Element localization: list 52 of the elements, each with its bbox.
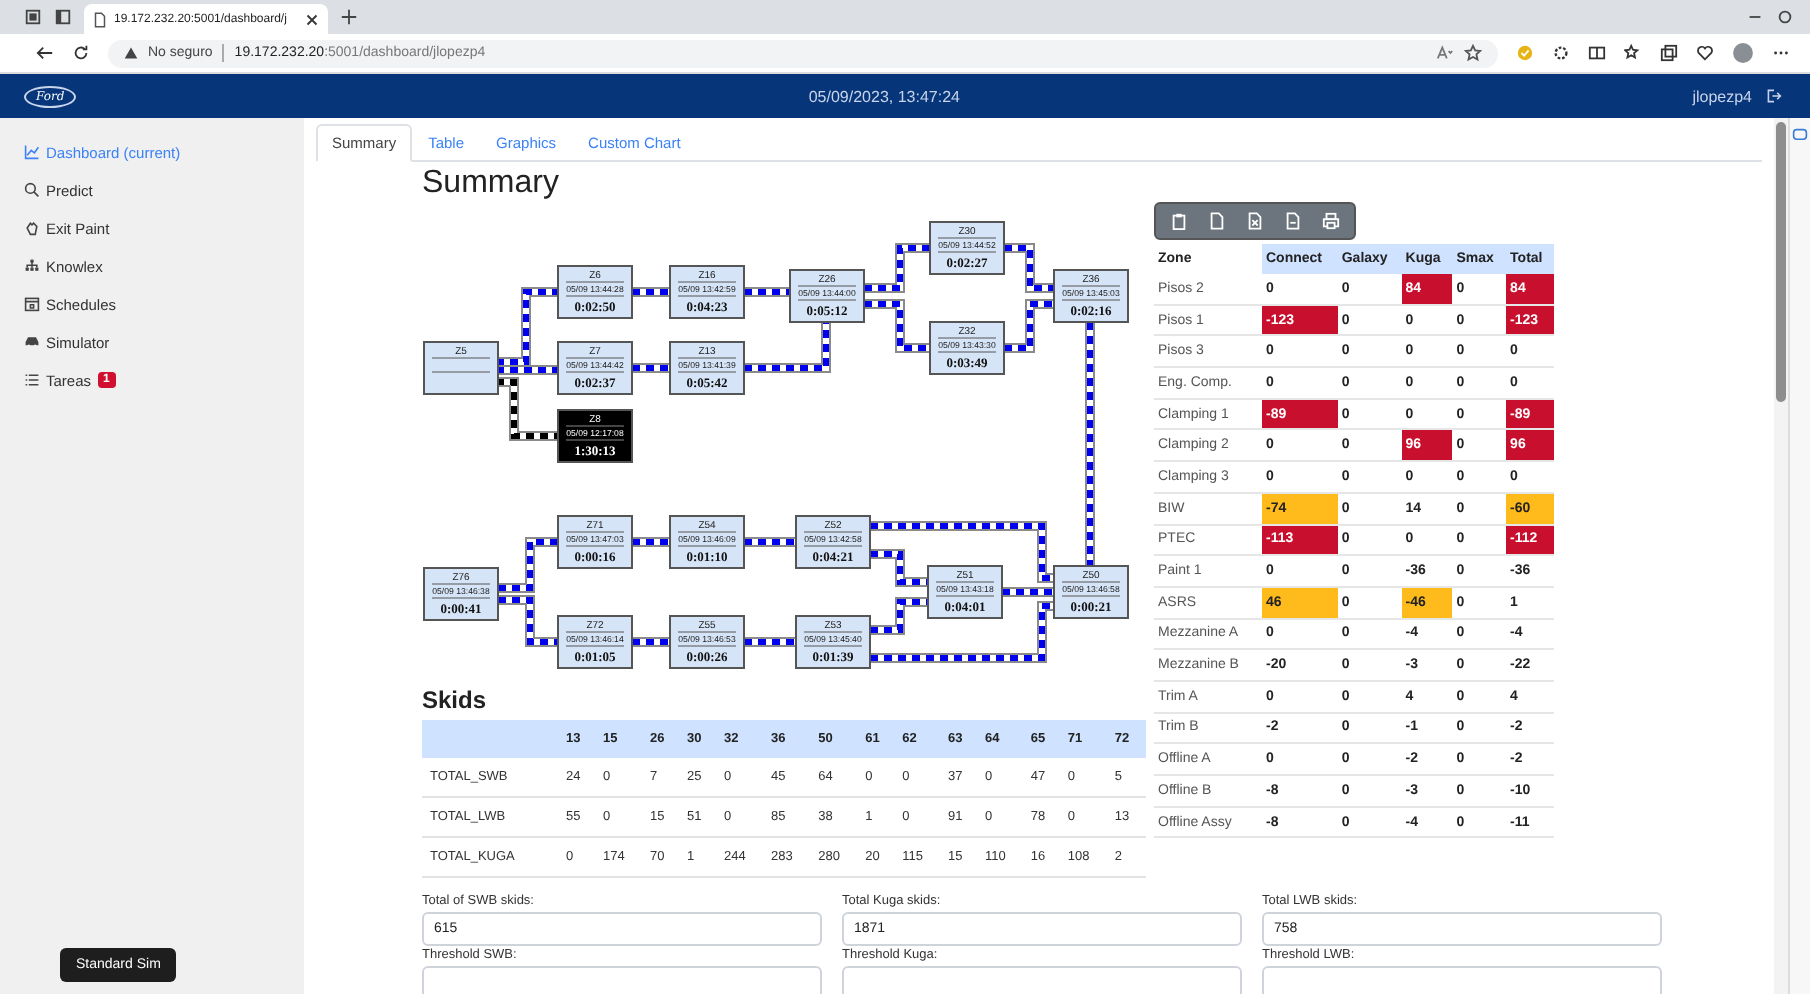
logout-icon[interactable]: [1766, 88, 1782, 104]
read-aloud-icon[interactable]: [1436, 44, 1454, 62]
connector-line: [744, 537, 796, 547]
document-icon[interactable]: [1284, 212, 1302, 230]
printer-icon[interactable]: [1322, 212, 1340, 230]
connector-line: [632, 537, 670, 547]
input-field[interactable]: [422, 966, 822, 994]
connector-line: [498, 537, 558, 593]
avatar-icon[interactable]: [1732, 42, 1754, 64]
back-icon[interactable]: [36, 44, 54, 62]
connector-line: [632, 637, 670, 647]
tab-strip-icon[interactable]: [54, 8, 72, 26]
sitemap-icon: [24, 258, 40, 274]
connector-line: [864, 243, 930, 293]
chat-icon[interactable]: [1792, 128, 1808, 144]
calendar-icon: [24, 296, 40, 312]
scrollbar[interactable]: [1774, 118, 1788, 994]
clipboard-icon[interactable]: [1170, 212, 1188, 230]
reload-icon[interactable]: [72, 44, 90, 62]
connector-line: [864, 299, 930, 353]
list-icon: [24, 372, 40, 388]
connector-line: [744, 322, 831, 373]
star-icon[interactable]: [1464, 44, 1482, 62]
connector-line: [744, 637, 796, 647]
connector-line: [632, 363, 670, 373]
split-screen-icon[interactable]: [1588, 44, 1606, 62]
section-title: Skids: [422, 686, 489, 714]
favorites-icon[interactable]: [1624, 44, 1642, 62]
collections-icon[interactable]: [1660, 44, 1678, 62]
connector-line: [1002, 587, 1054, 597]
heart-icon[interactable]: [1696, 44, 1714, 62]
close-icon[interactable]: [306, 13, 318, 25]
section-title: Summary: [422, 166, 561, 202]
warning-icon: [124, 46, 138, 60]
connector-line: [498, 595, 558, 647]
input-field[interactable]: [1262, 966, 1662, 994]
input-field[interactable]: [842, 966, 1242, 994]
chart-icon: [24, 144, 40, 160]
spreadsheet-icon[interactable]: [1246, 212, 1264, 230]
new-tab-icon[interactable]: [340, 8, 358, 26]
document-icon[interactable]: [1208, 212, 1226, 230]
connector-line: [1004, 299, 1054, 353]
car-icon: [24, 334, 40, 350]
page-icon: [94, 11, 106, 27]
connector-line: [744, 287, 790, 297]
restore-icon[interactable]: [1776, 8, 1794, 26]
date-time: 05/09/2023, 13:47:24: [806, 87, 962, 105]
connector-line: [632, 287, 670, 297]
workspaces-icon[interactable]: [24, 8, 42, 26]
connector-line: [1004, 243, 1054, 293]
search-icon: [24, 182, 40, 198]
user-name: jlopezp4: [1692, 87, 1752, 105]
